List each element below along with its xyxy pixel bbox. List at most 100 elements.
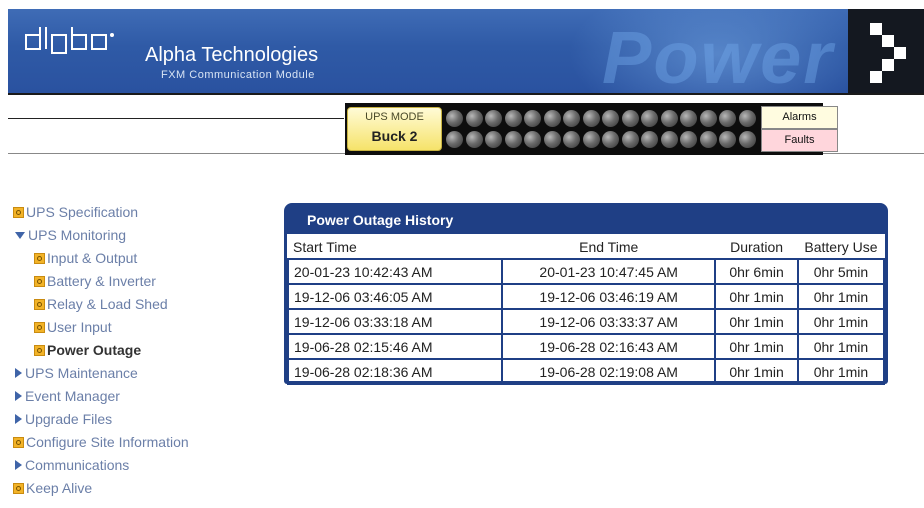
- cell-battery: 0hr 1min: [796, 308, 886, 335]
- table-row: 19-12-06 03:33:18 AM 19-12-06 03:33:37 A…: [286, 308, 886, 335]
- ups-mode-label: UPS MODE: [365, 111, 424, 123]
- doc-icon: [34, 344, 45, 356]
- ups-mode-box: UPS MODE Buck 2: [347, 107, 442, 151]
- header-banner: Power Alpha Technologies FXM Communicati…: [8, 9, 924, 93]
- doc-icon: [13, 482, 24, 494]
- status-led-icon: [641, 110, 658, 127]
- status-led-icon: [465, 110, 483, 127]
- nav-label: Event Manager: [25, 388, 120, 404]
- status-led-icon: [602, 131, 619, 148]
- col-start-time: Start Time: [288, 235, 503, 260]
- status-led-icon: [563, 131, 580, 148]
- status-led-icon: [543, 131, 561, 148]
- cell-battery: 0hr 1min: [796, 333, 886, 360]
- power-watermark: Power: [602, 16, 835, 93]
- nav-power-outage[interactable]: Power Outage: [34, 342, 141, 358]
- status-led-icon: [582, 131, 600, 148]
- status-led-icon: [446, 110, 463, 127]
- table-row: 20-01-23 10:42:43 AM 20-01-23 10:47:45 A…: [286, 258, 886, 285]
- status-led-icon: [738, 110, 756, 127]
- status-led-icon: [563, 110, 580, 127]
- cell-battery: 0hr 5min: [796, 258, 886, 285]
- status-led-icon: [699, 131, 717, 148]
- cell-end: 19-12-06 03:46:19 AM: [501, 283, 717, 310]
- doc-icon: [34, 252, 45, 264]
- status-divider-left: [8, 118, 344, 119]
- nav-label: Upgrade Files: [25, 411, 113, 427]
- nav-label: Relay & Load Shed: [47, 296, 168, 312]
- nav-label: Keep Alive: [26, 480, 93, 496]
- doc-icon: [34, 321, 45, 333]
- status-led-icon: [524, 110, 541, 127]
- nav-configure-site[interactable]: Configure Site Information: [13, 434, 189, 450]
- nav-relay-load-shed[interactable]: Relay & Load Shed: [34, 296, 168, 312]
- status-led-icon: [738, 131, 756, 148]
- cell-start: 19-06-28 02:18:36 AM: [286, 358, 504, 385]
- nav-user-input[interactable]: User Input: [34, 319, 112, 335]
- nav-input-output[interactable]: Input & Output: [34, 250, 137, 266]
- doc-icon: [34, 298, 45, 310]
- nav-label: User Input: [47, 319, 112, 335]
- outage-table: Start Time End Time Duration Battery Use…: [286, 235, 886, 385]
- status-led-icon: [582, 110, 600, 127]
- cell-start: 19-12-06 03:46:05 AM: [286, 283, 504, 310]
- header-divider: [8, 93, 924, 95]
- status-led-panel: [446, 107, 758, 149]
- nav-upgrade-files[interactable]: Upgrade Files: [15, 411, 112, 427]
- status-led-icon: [446, 131, 463, 148]
- nav-label: Power Outage: [47, 342, 142, 358]
- table-row: 19-12-06 03:46:05 AM 19-12-06 03:46:19 A…: [286, 283, 886, 310]
- nav-ups-monitoring[interactable]: UPS Monitoring: [15, 227, 126, 243]
- expanded-arrow-icon: [15, 231, 25, 239]
- cell-duration: 0hr 1min: [714, 333, 799, 360]
- home-arrow-icon[interactable]: [848, 9, 924, 93]
- table-header-row: Start Time End Time Duration Battery Use: [288, 235, 884, 260]
- cell-battery: 0hr 1min: [796, 358, 886, 385]
- cell-end: 19-12-06 03:33:37 AM: [501, 308, 717, 335]
- collapsed-arrow-icon: [15, 391, 22, 401]
- collapsed-arrow-icon: [15, 460, 22, 470]
- nav-ups-specification[interactable]: UPS Specification: [13, 204, 138, 220]
- cell-end: 19-06-28 02:19:08 AM: [501, 358, 717, 385]
- status-led-icon: [680, 131, 697, 148]
- cell-battery: 0hr 1min: [796, 283, 886, 310]
- status-led-icon: [719, 131, 736, 148]
- nav-battery-inverter[interactable]: Battery & Inverter: [34, 273, 156, 289]
- panel-title: Power Outage History: [307, 212, 454, 228]
- col-end-time: End Time: [502, 235, 716, 260]
- status-led-icon: [504, 131, 522, 148]
- nav-ups-maintenance[interactable]: UPS Maintenance: [15, 365, 138, 381]
- nav-label: UPS Maintenance: [25, 365, 138, 381]
- nav-label: Input & Output: [47, 250, 138, 266]
- status-led-icon: [719, 110, 736, 127]
- status-led-icon: [660, 131, 678, 148]
- ups-mode-value: Buck 2: [371, 128, 418, 144]
- collapsed-arrow-icon: [15, 368, 22, 378]
- alpha-logo: [25, 27, 114, 54]
- nav-keep-alive[interactable]: Keep Alive: [13, 480, 92, 496]
- status-led-icon: [485, 131, 502, 148]
- nav-event-manager[interactable]: Event Manager: [15, 388, 120, 404]
- collapsed-arrow-icon: [15, 414, 22, 424]
- alarms-button[interactable]: Alarms: [761, 106, 838, 129]
- status-led-icon: [465, 131, 483, 148]
- status-led-icon: [699, 110, 717, 127]
- status-led-icon: [621, 110, 639, 127]
- status-led-icon: [524, 131, 541, 148]
- status-led-icon: [660, 110, 678, 127]
- doc-icon: [34, 275, 45, 287]
- nav-communications[interactable]: Communications: [15, 457, 129, 473]
- col-duration: Duration: [715, 235, 798, 260]
- nav-label: UPS Specification: [26, 204, 139, 220]
- faults-button[interactable]: Faults: [761, 129, 838, 152]
- status-led-icon: [504, 110, 522, 127]
- status-led-icon: [641, 131, 658, 148]
- module-name: FXM Communication Module: [161, 69, 315, 81]
- cell-duration: 0hr 1min: [714, 358, 799, 385]
- cell-start: 19-06-28 02:15:46 AM: [286, 333, 504, 360]
- nav-label: Communications: [25, 457, 130, 473]
- cell-end: 20-01-23 10:47:45 AM: [501, 258, 717, 285]
- status-led-icon: [485, 110, 502, 127]
- nav-label: UPS Monitoring: [28, 227, 127, 243]
- company-name: Alpha Technologies: [145, 44, 319, 66]
